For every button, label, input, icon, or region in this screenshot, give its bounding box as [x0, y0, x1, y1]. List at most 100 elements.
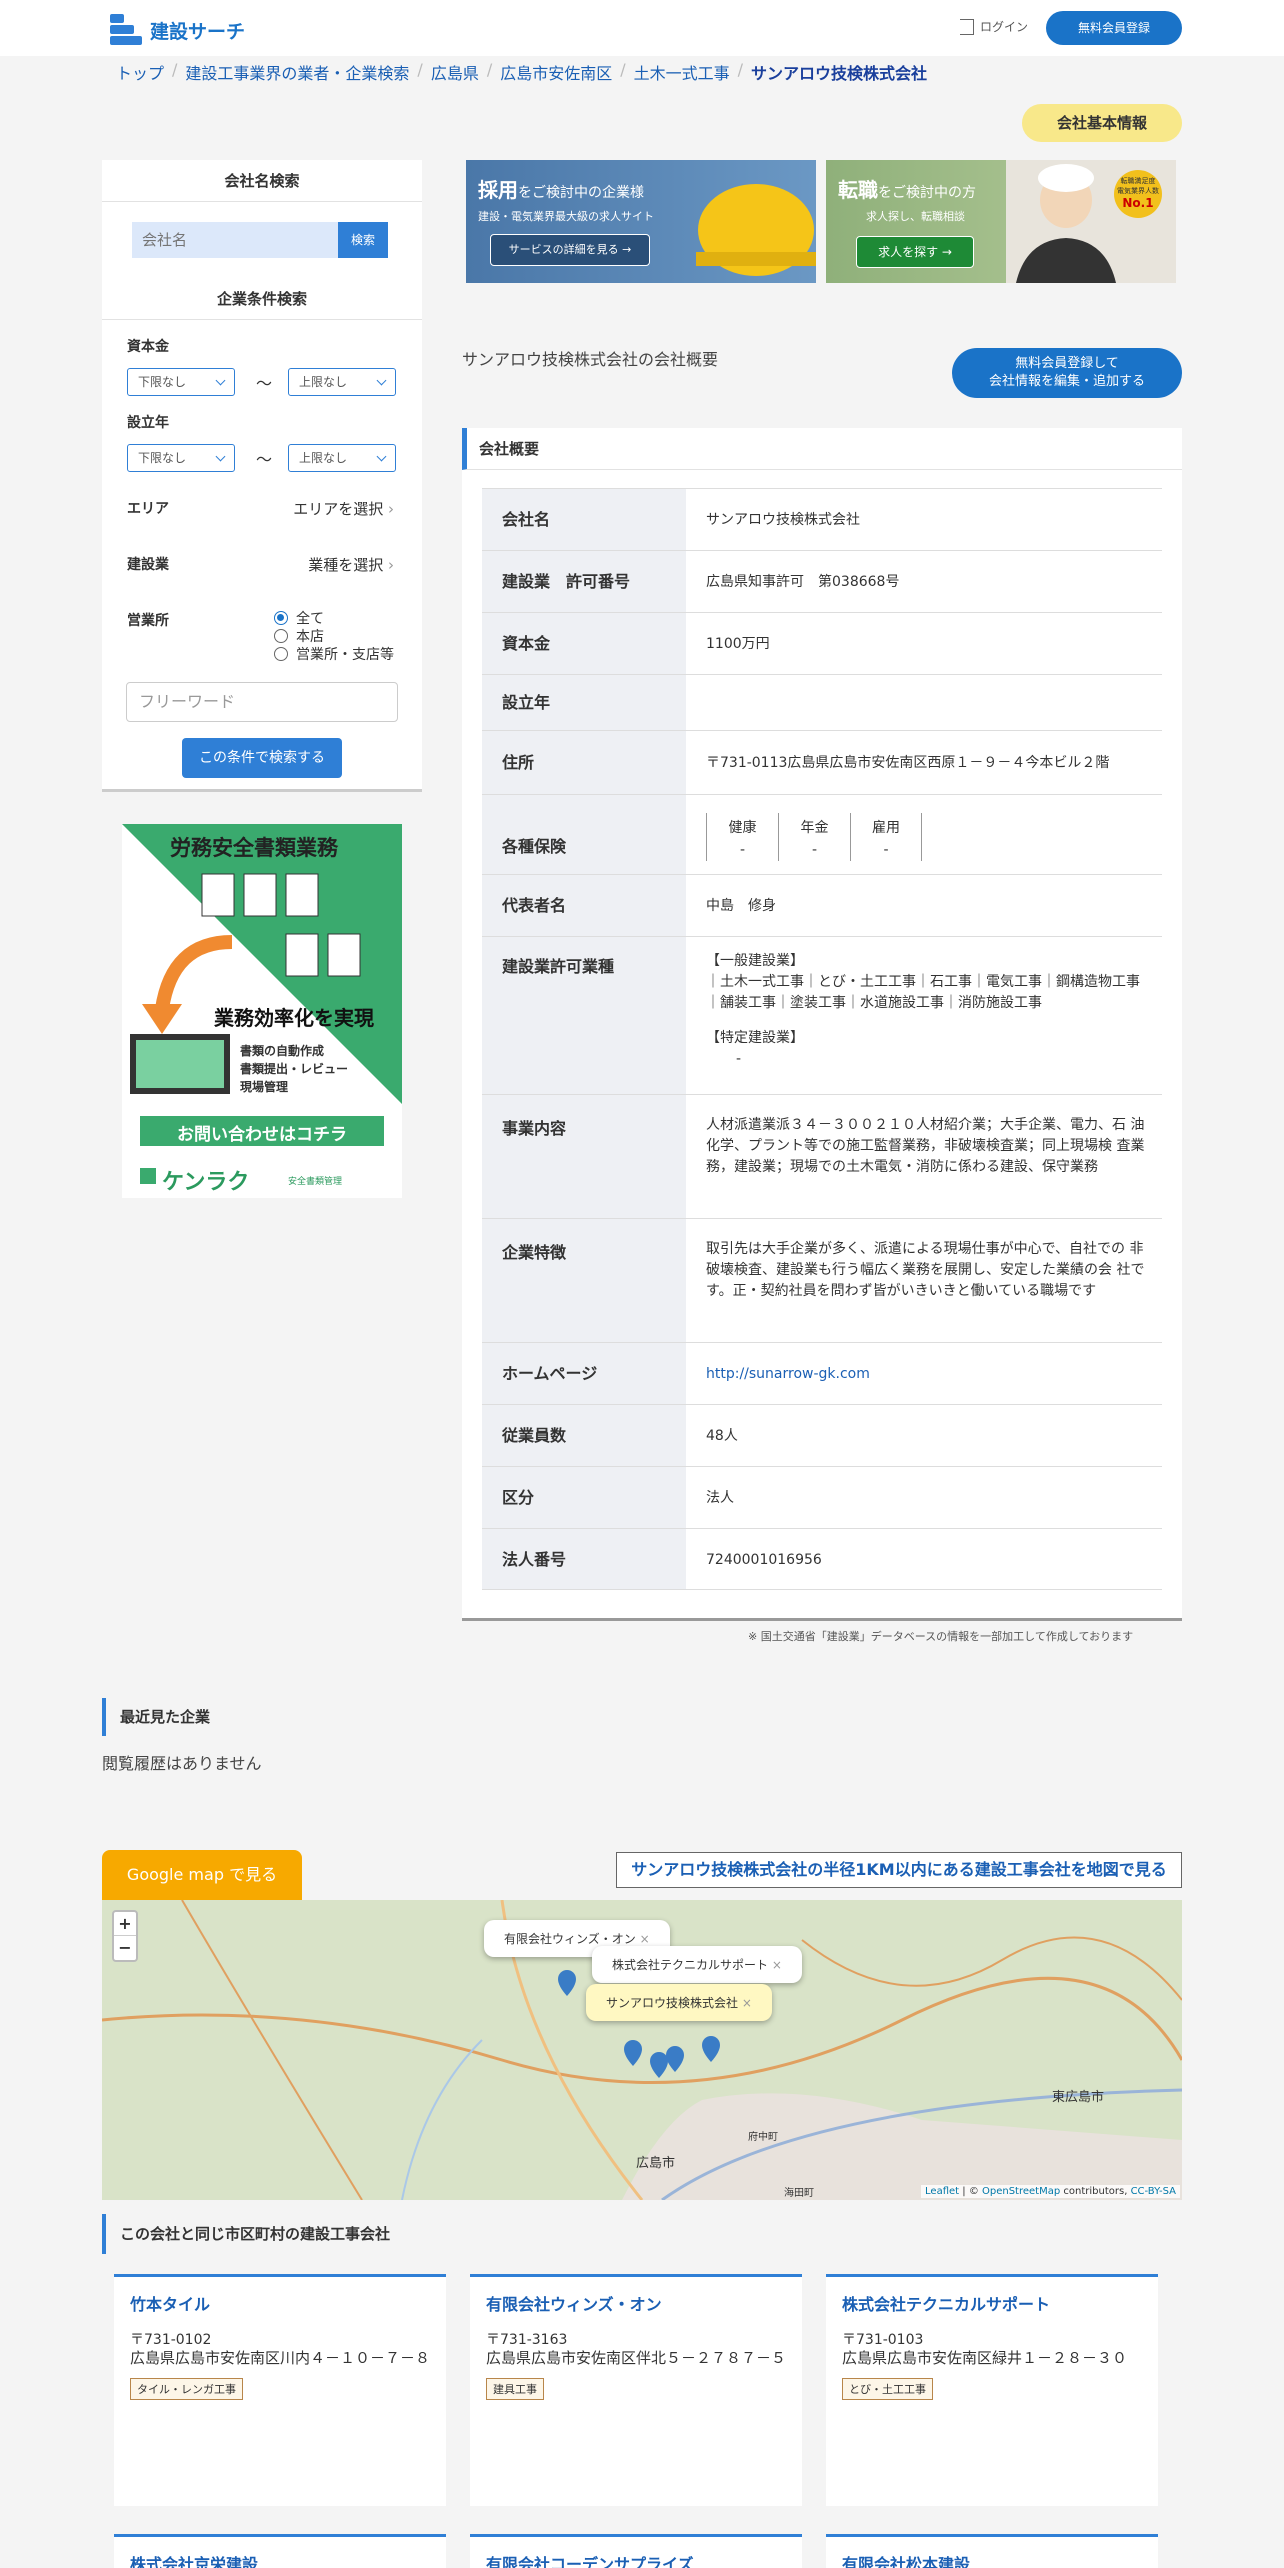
radio-checked-icon: [274, 611, 288, 625]
recent-title: 最近見た企業: [102, 1698, 402, 1736]
breadcrumb-industry[interactable]: 建設工事業界の業者・企業検索: [185, 60, 409, 84]
office-radio-branch[interactable]: 営業所・支店等: [274, 644, 394, 664]
table-row: 事業内容 人材派遣業派３４－３００２１０人材紹介業；大手企業、電力、石 油化学、プ…: [482, 1094, 1162, 1218]
edit-company-button[interactable]: 無料会員登録して 会社情報を編集・追加する: [952, 348, 1182, 398]
table-row: 住所 〒731-0113広島県広島市安佐南区西原１－９－４今本ビル２階: [482, 730, 1162, 794]
close-icon[interactable]: ×: [742, 1996, 752, 2010]
ad-title: 労務安全書類業務: [170, 836, 338, 860]
office-radio-all[interactable]: 全て: [274, 608, 324, 628]
company-card-address: 広島県広島市安佐南区緑井１－２８－３０: [842, 2349, 1128, 2367]
search-sidebar: 会社名検索 検索 企業条件検索 資本金 下限なし 〜 上限なし 設立年 下限なし…: [102, 160, 422, 792]
map-marker-icon[interactable]: [558, 1970, 576, 1996]
office-radio-head[interactable]: 本店: [274, 626, 324, 646]
founded-label: 設立年: [127, 415, 169, 431]
company-card-zip: 〒731-3163: [486, 2332, 568, 2348]
breadcrumb-prefecture[interactable]: 広島県: [431, 60, 479, 84]
chevron-right-icon: ›: [388, 556, 394, 574]
logo-text: 建設サーチ: [150, 20, 246, 43]
zoom-out-button[interactable]: −: [114, 1936, 136, 1960]
area-select[interactable]: エリアを選択 ›: [293, 498, 394, 519]
capital-min-select[interactable]: 下限なし: [127, 368, 235, 396]
zoom-in-button[interactable]: +: [114, 1912, 136, 1936]
breadcrumb-ward[interactable]: 広島市安佐南区: [500, 60, 612, 84]
google-map-button[interactable]: Google map で見る: [102, 1850, 302, 1900]
company-card[interactable]: 株式会社テクニカルサポート 〒731-0103 広島県広島市安佐南区緑井１－２８…: [826, 2274, 1158, 2506]
insurance-employment: 雇用 -: [850, 813, 922, 861]
ad-cta: お問い合わせはコチラ: [177, 1125, 347, 1145]
breadcrumb-top[interactable]: トップ: [116, 60, 164, 84]
map-marker-icon[interactable]: [624, 2040, 642, 2066]
osm-link[interactable]: OpenStreetMap: [982, 2186, 1060, 2197]
map[interactable]: 有限会社ウィンズ・オン × 株式会社テクニカルサポート × サンアロウ技検株式会…: [102, 1900, 1182, 2200]
founded-max-select[interactable]: 上限なし: [288, 444, 396, 472]
row-value: [686, 675, 1162, 730]
map-popup-selected[interactable]: サンアロウ技検株式会社 ×: [586, 1984, 772, 2021]
company-card-name[interactable]: 有限会社松本建設: [842, 2551, 1142, 2568]
job-banner-button[interactable]: 求人を探す →: [856, 236, 974, 268]
company-table: 会社名 サンアロウ技検株式会社 建設業 許可番号 広島県知事許可 第038668号 …: [482, 488, 1162, 1590]
row-value: 48人: [706, 1428, 738, 1444]
row-header: 資本金: [482, 613, 686, 674]
map-popup[interactable]: 株式会社テクニカルサポート ×: [592, 1946, 802, 1983]
map-place-label: 府中町: [748, 2132, 778, 2143]
row-header: 設立年: [482, 675, 686, 730]
recent-empty: 閲覧履歴はありません: [102, 1754, 262, 1773]
close-icon[interactable]: ×: [772, 1958, 782, 1972]
map-marker-icon[interactable]: [702, 2036, 720, 2062]
homepage-link[interactable]: http://sunarrow-gk.com: [686, 1343, 1162, 1404]
close-icon[interactable]: ×: [640, 1932, 650, 1946]
cc-link[interactable]: CC-BY-SA: [1131, 2186, 1176, 2197]
company-card-name[interactable]: 株式会社京栄建設: [130, 2551, 430, 2568]
insurance-cell: 健康 - 年金 - 雇用 -: [686, 795, 1162, 874]
company-card[interactable]: 有限会社松本建設: [826, 2534, 1158, 2568]
name-search-button[interactable]: 検索: [338, 222, 388, 258]
breadcrumb-current: サンアロウ技検株式会社: [751, 64, 928, 83]
office-label: 営業所: [127, 613, 169, 629]
job-change-banner[interactable]: 転職をご検討中の方 求人探し、転職相談 求人を探す → 転職満足度 電気業界人数…: [826, 160, 1176, 283]
login-link[interactable]: ログイン: [960, 18, 1028, 35]
breadcrumb-category[interactable]: 土木一式工事: [634, 60, 730, 84]
founded-min-select[interactable]: 下限なし: [127, 444, 235, 472]
condition-search-button[interactable]: この条件で検索する: [182, 738, 342, 778]
recruit-banner[interactable]: 採用をご検討中の企業様 建設・電気業界最大級の求人サイト サービスの詳細を見る …: [466, 160, 816, 283]
same-area-title: この会社と同じ市区町村の建設工事会社: [102, 2214, 1182, 2254]
industry-select[interactable]: 業種を選択 ›: [308, 554, 394, 575]
job-banner-title-rest: をご検討中の方: [878, 185, 976, 201]
company-card[interactable]: 有限会社ウィンズ・オン 〒731-3163 広島県広島市安佐南区伴北５－２７８７…: [470, 2274, 802, 2506]
register-button[interactable]: 無料会員登録: [1046, 11, 1182, 45]
leaflet-link[interactable]: Leaflet: [925, 2186, 959, 2197]
logo[interactable]: 建設サーチ: [110, 14, 245, 46]
permit-cell: 【一般建設業】 ｜土木一式工事｜とび・土工工事｜石工事｜電気工事｜鋼構造物工事｜…: [686, 937, 1162, 1094]
insurance-value: -: [811, 842, 818, 858]
company-name-input[interactable]: [132, 222, 338, 258]
company-card-tag: タイル・レンガ工事: [130, 2378, 243, 2400]
freeword-input[interactable]: フリーワード: [126, 682, 398, 722]
breadcrumb: トップ / 建設工事業界の業者・企業検索 / 広島県 / 広島市安佐南区 / 土木一式工…: [116, 60, 928, 84]
ad-headline: 業務効率化を実現: [214, 1006, 374, 1030]
company-card[interactable]: 株式会社京栄建設: [114, 2534, 446, 2568]
radius-map-button[interactable]: サンアロウ技検株式会社の半径1KM以内にある建設工事会社を地図で見る: [616, 1852, 1182, 1888]
map-place-label: 海田町: [784, 2188, 814, 2199]
company-overview-card: 会社概要 会社名 サンアロウ技検株式会社 建設業 許可番号 広島県知事許可 第038…: [462, 428, 1182, 1621]
insurance-pension: 年金 -: [778, 813, 850, 861]
capital-max-select[interactable]: 上限なし: [288, 368, 396, 396]
company-card-name[interactable]: 有限会社ウィンズ・オン: [486, 2291, 786, 2315]
recruit-banner-button[interactable]: サービスの詳細を見る →: [490, 234, 650, 266]
company-card-name[interactable]: 竹本タイル: [130, 2291, 430, 2315]
ad-bullet: 現場管理: [240, 1080, 289, 1094]
company-card-name[interactable]: 株式会社テクニカルサポート: [842, 2291, 1142, 2315]
map-marker-icon[interactable]: [666, 2046, 684, 2072]
map-popup-label: サンアロウ技検株式会社: [606, 1996, 739, 2010]
row-header: 代表者名: [482, 875, 686, 936]
header: 建設サーチ ログイン 無料会員登録: [0, 0, 1284, 56]
table-row: 設立年: [482, 674, 1162, 730]
office-option-label: 営業所・支店等: [296, 647, 394, 663]
kenraku-ad[interactable]: 労務安全書類業務 業務効率化を実現 書類の自動作成 書類提出・レビュー 現場管理…: [122, 824, 402, 1198]
company-card[interactable]: 竹本タイル 〒731-0102 広島県広島市安佐南区川内４－１０－７－８ タイル…: [114, 2274, 446, 2506]
company-card-name[interactable]: 有限会社コーデンサプライズ: [486, 2551, 786, 2568]
name-search-title: 会社名検索: [102, 160, 422, 202]
company-card[interactable]: 有限会社コーデンサプライズ: [470, 2534, 802, 2568]
founded-tilde: 〜: [256, 450, 273, 469]
recruit-banner-title-em: 採用: [478, 178, 518, 202]
job-banner-badge-mid: 電気業界人数: [1117, 187, 1159, 195]
